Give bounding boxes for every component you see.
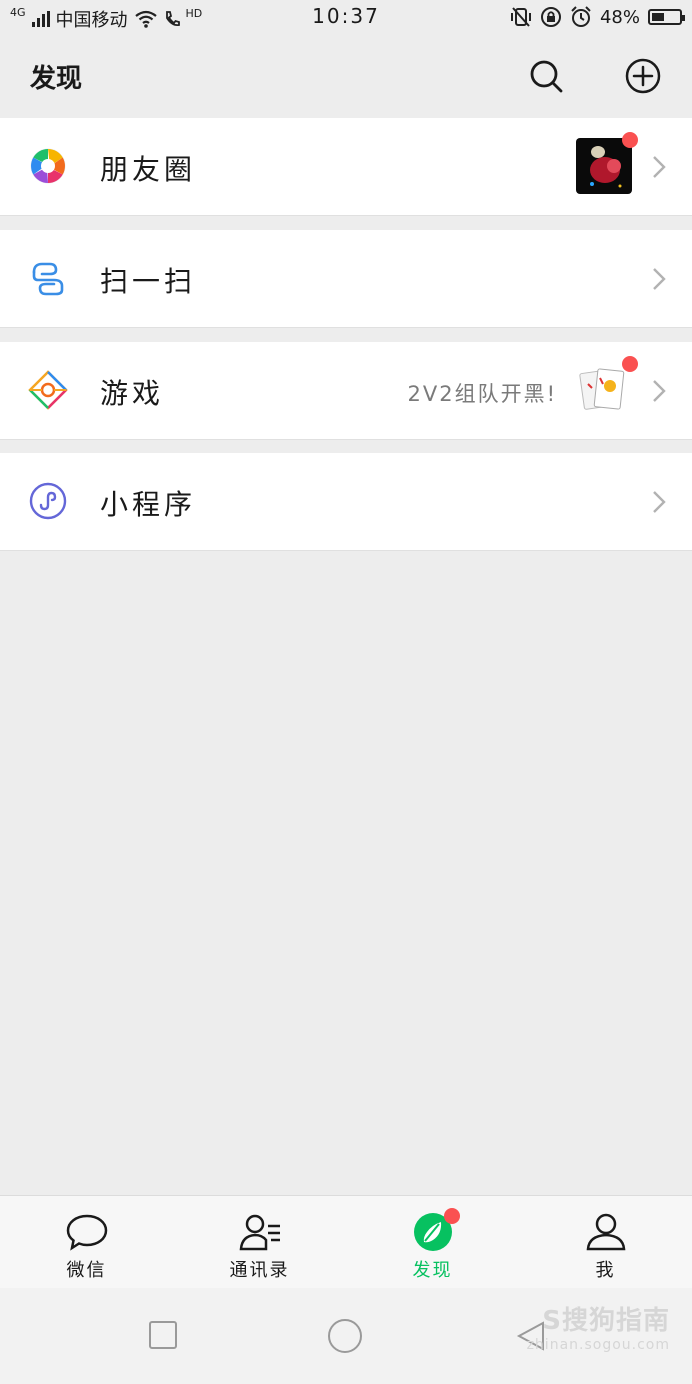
tab-discover[interactable]: 发现: [346, 1196, 519, 1288]
status-right: 48%: [510, 6, 685, 28]
menu-item-mini-programs[interactable]: 小程序: [0, 453, 692, 551]
watermark-sub: zhinan.sogou.com: [526, 1337, 670, 1353]
discover-new-dot: [444, 1208, 460, 1224]
tab-label-discover: 发现: [412, 1260, 453, 1281]
recent-apps-icon[interactable]: [148, 1320, 178, 1350]
contacts-icon: [239, 1214, 280, 1251]
tab-chats[interactable]: 微信: [0, 1196, 173, 1288]
bottom-tab-bar: 微信 通讯录 发现 我: [0, 1195, 692, 1288]
games-thumbnail: [578, 364, 630, 416]
moments-new-dot: [622, 132, 638, 148]
page-title: 发现: [30, 64, 83, 94]
search-icon: [530, 60, 563, 93]
vibrate-off-icon: [510, 7, 531, 27]
alarm-icon: [571, 6, 591, 27]
tab-label-chats: 微信: [66, 1260, 107, 1281]
chevron-right-icon: [653, 380, 666, 402]
chat-bubble-icon: [66, 1214, 107, 1251]
tab-contacts[interactable]: 通讯录: [173, 1196, 346, 1288]
chevron-right-icon: [653, 156, 666, 178]
chevron-right-icon: [653, 268, 666, 290]
menu-label-scan: 扫一扫: [100, 265, 197, 298]
moments-aperture-icon: [30, 148, 66, 184]
menu-label-mini-programs: 小程序: [100, 488, 197, 521]
status-bar: 4G 中国移动 HD 10:37 48%: [0, 0, 692, 36]
menu-item-games[interactable]: 游戏 2V2组队开黑!: [0, 342, 692, 440]
plus-circle-icon: [625, 58, 661, 94]
search-button[interactable]: [526, 56, 566, 96]
watermark: S搜狗指南 zhinan.sogou.com: [527, 1300, 670, 1353]
menu-label-games: 游戏: [100, 377, 165, 410]
top-bar: 发现: [0, 36, 692, 118]
games-diamond-icon: [28, 370, 68, 410]
watermark-main: S搜狗指南: [542, 1306, 670, 1336]
home-icon[interactable]: [327, 1318, 363, 1354]
tab-label-contacts: 通讯录: [229, 1260, 290, 1281]
system-nav-bar: S搜狗指南 zhinan.sogou.com: [0, 1288, 692, 1384]
menu-item-moments[interactable]: 朋友圈: [0, 118, 692, 216]
chevron-right-icon: [653, 491, 666, 513]
rotation-lock-icon: [540, 7, 561, 27]
menu-label-moments: 朋友圈: [100, 153, 197, 186]
mini-program-icon: [29, 482, 67, 520]
games-new-dot: [622, 356, 638, 372]
scan-icon: [32, 262, 64, 296]
menu-item-scan[interactable]: 扫一扫: [0, 230, 692, 328]
tab-me[interactable]: 我: [519, 1196, 692, 1288]
add-button[interactable]: [623, 56, 663, 96]
battery-icon: [648, 9, 685, 25]
battery-percent: 48%: [599, 6, 640, 28]
games-promo-text: 2V2组队开黑!: [407, 382, 557, 406]
tab-label-me: 我: [595, 1260, 616, 1281]
person-icon: [586, 1213, 625, 1251]
moments-thumbnail: [576, 138, 632, 194]
